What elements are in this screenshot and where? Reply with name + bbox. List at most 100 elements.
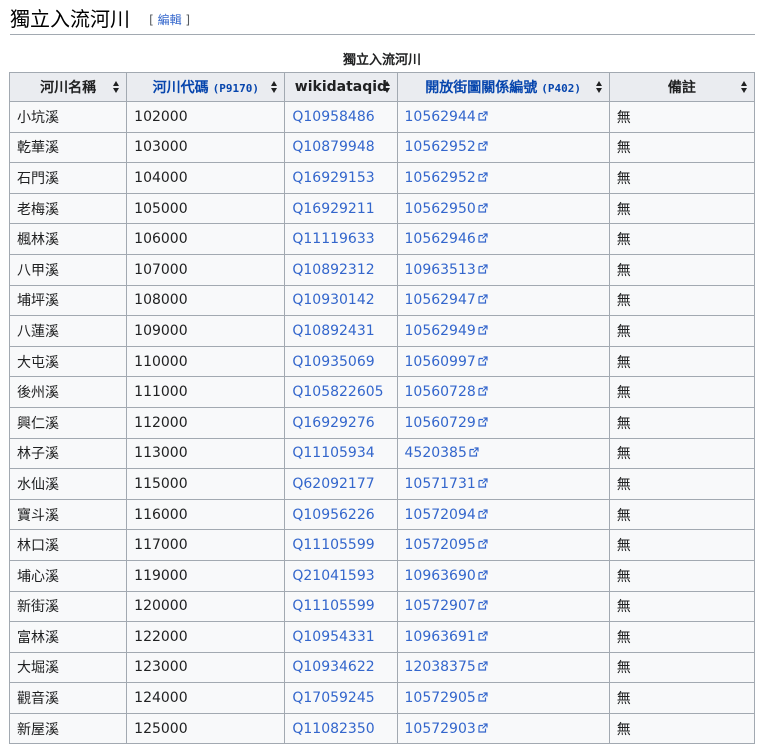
osm-relation-id[interactable]: 10560997 (405, 354, 476, 370)
osm-relation-link[interactable]: 10560997 (405, 354, 488, 370)
remark-text: 無 (616, 599, 631, 616)
osm-relation-id[interactable]: 10562952 (405, 139, 476, 155)
external-link-icon (478, 264, 488, 274)
osm-relation-id[interactable]: 10562950 (405, 201, 476, 217)
column-header-label[interactable]: 開放街圖關係編號 (425, 77, 537, 97)
osm-relation-link[interactable]: 10963690 (405, 568, 488, 584)
osm-relation-link[interactable]: 10572094 (405, 507, 488, 523)
property-code[interactable]: (P402) (541, 82, 581, 95)
osm-relation-link[interactable]: 10572905 (405, 690, 488, 706)
property-code[interactable]: (P9170) (213, 82, 259, 95)
column-header-river-code[interactable]: 河川代碼 (P9170) (126, 72, 286, 102)
sort-arrows-icon[interactable] (113, 81, 120, 93)
osm-relation-id[interactable]: 10963690 (405, 568, 476, 584)
sort-arrows-icon[interactable] (271, 81, 278, 93)
osm-relation-link[interactable]: 10562949 (405, 323, 488, 339)
osm-relation-id[interactable]: 4520385 (405, 445, 467, 461)
wikidata-link[interactable]: Q17059245 (292, 690, 374, 706)
osm-relation-link[interactable]: 10562952 (405, 170, 488, 186)
osm-relation-id[interactable]: 10562952 (405, 170, 476, 186)
osm-relation-link[interactable]: 10963691 (405, 629, 488, 645)
cell-river-code: 111000 (126, 376, 286, 408)
remark-text: 無 (616, 721, 631, 738)
osm-relation-link[interactable]: 10560729 (405, 415, 488, 431)
cell-osm-relation: 10572095 (396, 529, 610, 561)
wikidata-link[interactable]: Q21041593 (292, 568, 374, 584)
osm-relation-link[interactable]: 12038375 (405, 659, 488, 675)
wikidata-link[interactable]: Q10958486 (292, 109, 374, 125)
osm-relation-link[interactable]: 4520385 (405, 445, 479, 461)
wikidata-link[interactable]: Q11105599 (292, 598, 374, 614)
wikidata-link[interactable]: Q10930142 (292, 292, 374, 308)
wikidata-link[interactable]: Q10892312 (292, 262, 374, 278)
river-code: 105000 (134, 200, 188, 217)
wikidata-link[interactable]: Q11105599 (292, 537, 374, 553)
osm-relation-id[interactable]: 10963513 (405, 262, 476, 278)
cell-osm-relation: 10560728 (396, 376, 610, 408)
cell-remarks: 無 (608, 406, 756, 439)
osm-relation-id[interactable]: 10572907 (405, 598, 476, 614)
sort-arrows-icon[interactable] (383, 81, 391, 93)
osm-relation-link[interactable]: 10963513 (405, 262, 488, 278)
column-header-wikidataqid[interactable]: wikidataqid (284, 72, 398, 102)
cell-osm-relation: 10562946 (396, 223, 610, 255)
osm-relation-id[interactable]: 10562949 (405, 323, 476, 339)
osm-relation-link[interactable]: 10562947 (405, 292, 488, 308)
sort-arrows-icon[interactable] (741, 81, 748, 93)
cell-remarks: 無 (608, 376, 756, 408)
wikidata-link[interactable]: Q16929153 (292, 170, 374, 186)
column-header-osm-relation[interactable]: 開放街圖關係編號 (P402) (396, 72, 610, 102)
osm-relation-id[interactable]: 10572095 (405, 537, 476, 553)
cell-river-name: 埔心溪 (8, 559, 128, 592)
wikidata-link[interactable]: Q62092177 (292, 476, 374, 492)
external-link-icon (478, 172, 488, 182)
osm-relation-id[interactable]: 10560729 (405, 415, 476, 431)
osm-relation-link[interactable]: 10572907 (405, 598, 488, 614)
wikidata-link[interactable]: Q11119633 (292, 231, 374, 247)
osm-relation-link[interactable]: 10572903 (405, 721, 488, 737)
wikidata-link[interactable]: Q10934622 (292, 659, 374, 675)
wikidata-link[interactable]: Q10892431 (292, 323, 374, 339)
osm-relation-id[interactable]: 10560728 (405, 384, 476, 400)
wikidata-link[interactable]: Q16929211 (292, 201, 374, 217)
external-link-icon (469, 447, 479, 457)
wikidata-link[interactable]: Q10956226 (292, 507, 374, 523)
column-header-label[interactable]: 河川代碼 (153, 77, 209, 97)
wikidata-link[interactable]: Q11082350 (292, 721, 374, 737)
osm-relation-id[interactable]: 10572094 (405, 507, 476, 523)
osm-relation-link[interactable]: 10560728 (405, 384, 488, 400)
osm-relation-id[interactable]: 10572905 (405, 690, 476, 706)
river-name: 富林溪 (17, 629, 59, 646)
column-header-river-name[interactable]: 河川名稱 (8, 72, 128, 102)
river-name: 大屯溪 (17, 354, 59, 371)
wikidata-link[interactable]: Q10954331 (292, 629, 374, 645)
sort-arrows-icon[interactable] (595, 81, 603, 93)
wikidata-link[interactable]: Q11105934 (292, 445, 374, 461)
osm-relation-link[interactable]: 10562952 (405, 139, 488, 155)
cell-river-name: 林子溪 (8, 437, 128, 470)
wikidata-link[interactable]: Q10879948 (292, 139, 374, 155)
column-header-remarks[interactable]: 備註 (608, 72, 756, 102)
osm-relation-link[interactable]: 10562950 (405, 201, 488, 217)
osm-relation-id[interactable]: 10571731 (405, 476, 476, 492)
osm-relation-link[interactable]: 10571731 (405, 476, 488, 492)
osm-relation-id[interactable]: 10562944 (405, 109, 476, 125)
wikidata-link[interactable]: Q105822605 (292, 384, 383, 400)
osm-relation-link[interactable]: 10562944 (405, 109, 488, 125)
external-link-icon (478, 111, 488, 121)
osm-relation-link[interactable]: 10562946 (405, 231, 488, 247)
table-row: 寶斗溪 116000 Q10956226 10572094 無 (8, 498, 756, 531)
cell-remarks: 無 (608, 284, 756, 317)
edit-section-link[interactable]: 編輯 (158, 13, 182, 27)
osm-relation-id[interactable]: 10562946 (405, 231, 476, 247)
osm-relation-id[interactable]: 10572903 (405, 721, 476, 737)
osm-relation-link[interactable]: 10572095 (405, 537, 488, 553)
osm-relation-id[interactable]: 12038375 (405, 659, 476, 675)
cell-river-name: 興仁溪 (8, 406, 128, 439)
wikidata-link[interactable]: Q10935069 (292, 354, 374, 370)
osm-relation-id[interactable]: 10963691 (405, 629, 476, 645)
wikidata-link[interactable]: Q16929276 (292, 415, 374, 431)
table-caption: 獨立入流河川 (342, 53, 421, 68)
table-row: 埔坪溪 108000 Q10930142 10562947 無 (8, 284, 756, 317)
osm-relation-id[interactable]: 10562947 (405, 292, 476, 308)
